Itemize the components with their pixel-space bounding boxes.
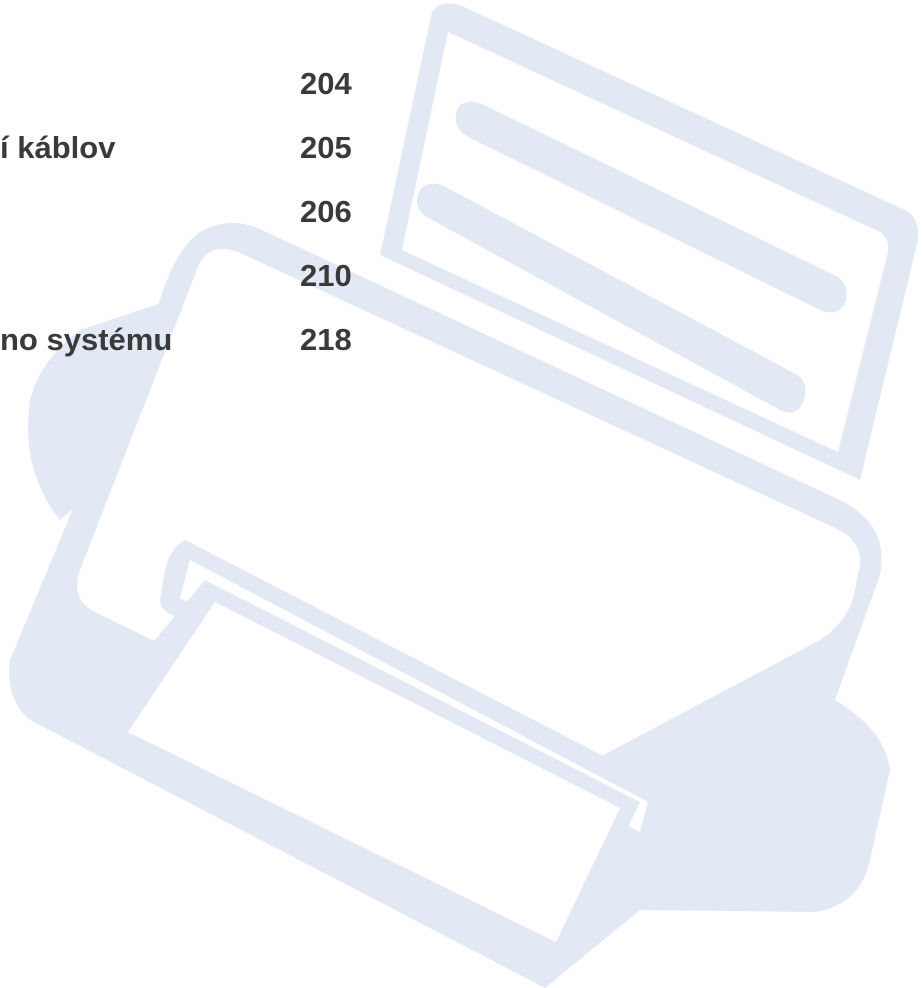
- toc-entry-title: í káblov: [0, 130, 116, 165]
- toc-entry[interactable]: 204: [64, 64, 444, 104]
- toc-entry[interactable]: í káblov 205: [0, 128, 380, 168]
- toc-entry[interactable]: 210: [0, 256, 380, 296]
- toc-entry-page-number: 210: [300, 258, 352, 293]
- toc-entry-title: no systému: [0, 322, 173, 357]
- document-page: 204 í káblov 205 206 210 no systému 218: [0, 0, 922, 988]
- toc-entry[interactable]: 206: [0, 192, 380, 232]
- toc-entry-page-number: 204: [300, 66, 352, 101]
- toc-entry-page-number: 206: [300, 194, 352, 229]
- toc-entry-page-number: 218: [300, 322, 352, 357]
- toc-entry-page-number: 205: [300, 130, 352, 165]
- toc-entry[interactable]: no systému 218: [0, 320, 380, 360]
